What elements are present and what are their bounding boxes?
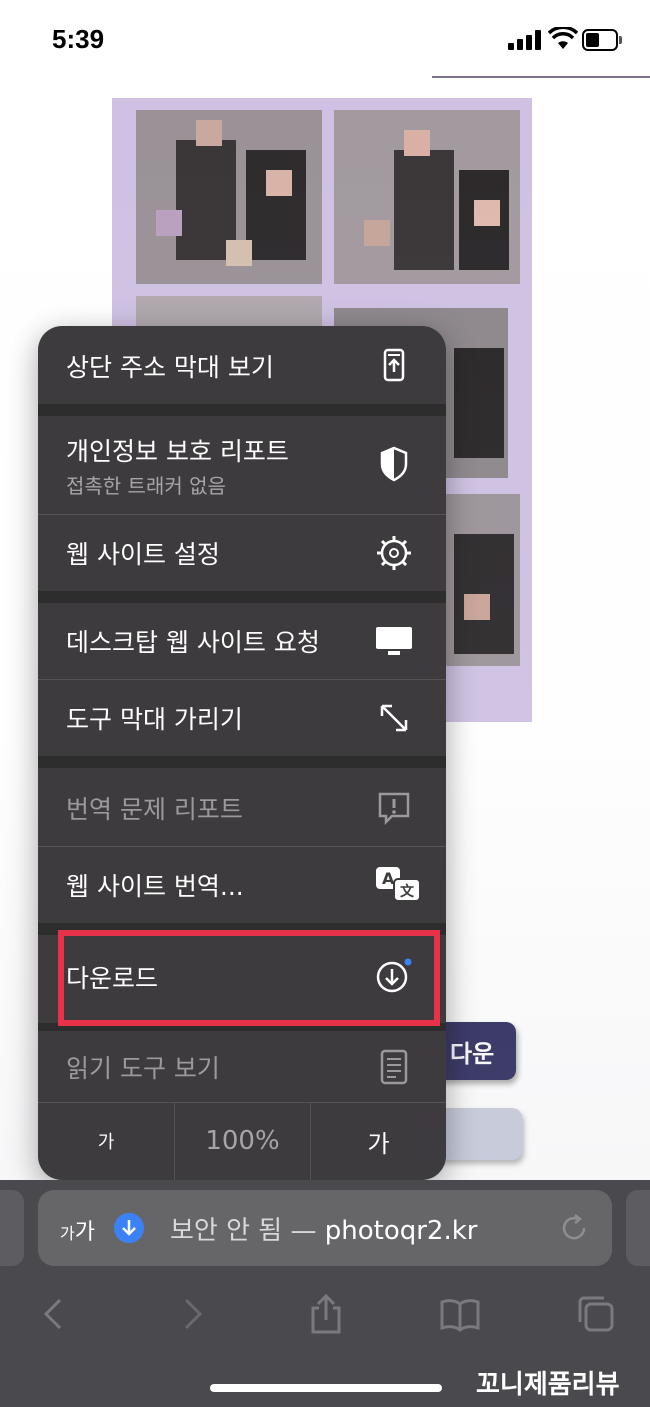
report-bubble-icon <box>374 788 414 828</box>
home-indicator[interactable] <box>210 1384 442 1392</box>
menu-item-hide-toolbar[interactable]: 도구 막대 가리기 <box>38 680 446 756</box>
menu-item-sublabel: 접촉한 트래커 없음 <box>66 474 226 498</box>
header-divider <box>432 76 650 78</box>
menu-item-translate-website[interactable]: 웹 사이트 번역... A文 <box>38 847 446 923</box>
download-highlight-box <box>58 930 440 1026</box>
desktop-icon <box>374 621 414 661</box>
translate-icon: A文 <box>374 865 422 905</box>
shield-icon <box>374 444 414 484</box>
wifi-icon <box>547 25 579 51</box>
watermark-text: 꼬니제품리뷰 <box>476 1370 620 1400</box>
zoom-out-label: 가 <box>97 1132 115 1153</box>
url-host: photoqr2.kr <box>324 1216 478 1246</box>
address-bar[interactable]: 가가 보안 안 됨 — photoqr2.kr <box>38 1190 612 1266</box>
page-menu-button[interactable]: 가가 <box>60 1214 95 1246</box>
browser-toolbar: 가가 보안 안 됨 — photoqr2.kr 꼬니제품리뷰 <box>0 1180 650 1407</box>
aa-small-label: 가 <box>60 1224 75 1243</box>
menu-item-label: 개인정보 보호 리포트 <box>66 437 289 466</box>
menu-item-label: 웹 사이트 번역... <box>66 872 244 901</box>
reload-icon[interactable] <box>558 1212 590 1244</box>
url-display[interactable]: 보안 안 됨 — photoqr2.kr <box>170 1210 478 1247</box>
aa-label: 가 <box>74 1220 95 1245</box>
battery-icon <box>582 29 622 51</box>
zoom-out-button[interactable]: 가 <box>38 1102 174 1180</box>
previous-tab-preview[interactable] <box>0 1190 24 1266</box>
menu-item-label: 읽기 도구 보기 <box>66 1054 220 1083</box>
reader-icon <box>374 1047 414 1087</box>
address-bar-top-icon <box>374 346 414 386</box>
gear-icon <box>374 533 414 573</box>
menu-item-label: 도구 막대 가리기 <box>66 705 243 734</box>
menu-section-divider <box>38 404 446 416</box>
menu-item-privacy-report[interactable]: 개인정보 보호 리포트 접촉한 트래커 없음 <box>38 416 446 514</box>
svg-text:文: 文 <box>400 883 415 900</box>
forward-icon[interactable] <box>168 1292 212 1336</box>
page-menu: 상단 주소 막대 보기 개인정보 보호 리포트 접촉한 트래커 없음 웹 사이트… <box>38 326 446 1180</box>
back-icon[interactable] <box>34 1292 78 1336</box>
share-icon[interactable] <box>304 1292 348 1336</box>
zoom-controls: 가 100% 가 <box>38 1102 446 1180</box>
menu-item-label: 데스크탑 웹 사이트 요청 <box>66 628 320 657</box>
zoom-level[interactable]: 100% <box>175 1102 310 1180</box>
security-warning-text: 보안 안 됨 — <box>170 1216 325 1246</box>
menu-item-show-reader[interactable]: 읽기 도구 보기 <box>38 1031 446 1102</box>
menu-section-divider <box>38 756 446 768</box>
menu-item-label: 웹 사이트 설정 <box>66 540 220 569</box>
cellular-signal-icon <box>508 30 542 50</box>
menu-item-label: 번역 문제 리포트 <box>66 795 243 824</box>
menu-item-request-desktop-site[interactable]: 데스크탑 웹 사이트 요청 <box>38 603 446 679</box>
menu-item-label: 상단 주소 막대 보기 <box>66 353 274 382</box>
page-heading-fragment <box>196 62 436 78</box>
next-tab-preview[interactable] <box>626 1190 650 1266</box>
menu-item-show-top-address-bar[interactable]: 상단 주소 막대 보기 <box>38 326 446 404</box>
menu-item-report-translation-issue[interactable]: 번역 문제 리포트 <box>38 768 446 846</box>
zoom-level-value: 100% <box>205 1126 280 1156</box>
expand-arrows-icon <box>374 698 414 738</box>
bookmarks-icon[interactable] <box>438 1292 482 1336</box>
menu-section-divider <box>38 591 446 603</box>
menu-item-website-settings[interactable]: 웹 사이트 설정 <box>38 515 446 591</box>
zoom-in-button[interactable]: 가 <box>311 1102 446 1180</box>
download-progress-icon[interactable] <box>114 1213 144 1243</box>
tabs-icon[interactable] <box>574 1292 618 1336</box>
zoom-in-label: 가 <box>367 1129 390 1158</box>
status-time: 5:39 <box>52 24 105 54</box>
